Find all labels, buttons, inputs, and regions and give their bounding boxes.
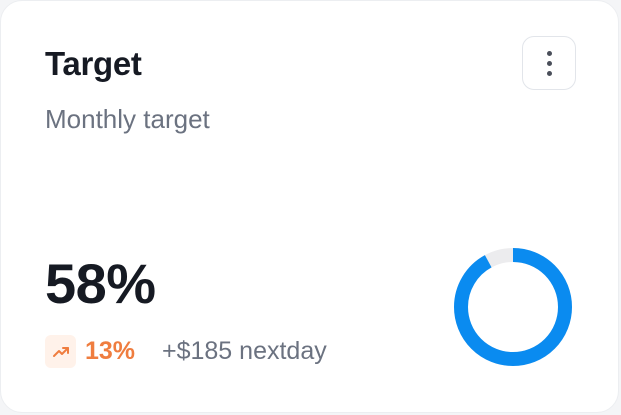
more-vertical-icon-dot: [546, 60, 552, 66]
progress-ring-fill: [454, 248, 572, 366]
card-title: Target: [45, 45, 142, 82]
more-vertical-icon-dot: [546, 70, 552, 76]
trend-badge: [45, 335, 76, 368]
more-options-button[interactable]: [522, 36, 576, 90]
trending-up-icon: [52, 346, 69, 357]
target-card: Target Monthly target 58% 13% +$185 next…: [0, 0, 619, 413]
trend-note: +$185 nextday: [162, 337, 327, 365]
card-subtitle: Monthly target: [45, 104, 210, 134]
progress-ring: [454, 248, 572, 366]
trend-percent: 13%: [85, 337, 136, 365]
metric-value: 58%: [45, 252, 156, 315]
more-vertical-icon: [546, 50, 552, 56]
